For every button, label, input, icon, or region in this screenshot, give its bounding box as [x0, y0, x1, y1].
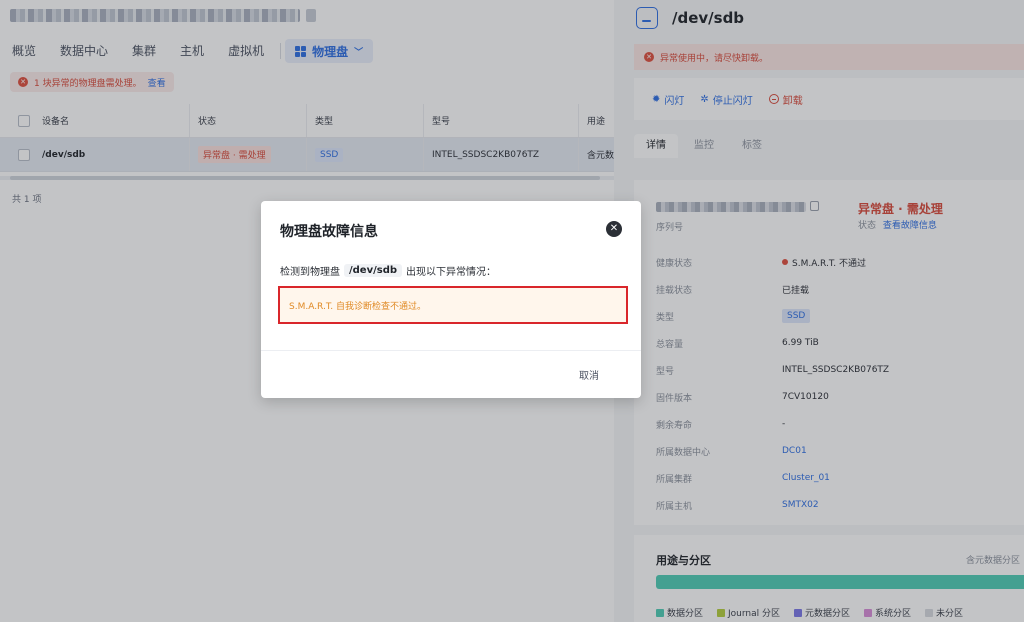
dialog-divider	[261, 350, 641, 351]
disk-fault-dialog: 物理盘故障信息 ✕ 检测到物理盘 /dev/sdb 出现以下异常情况： S.M.…	[261, 201, 641, 398]
desc-prefix: 检测到物理盘	[280, 267, 340, 278]
dialog-description: 检测到物理盘 /dev/sdb 出现以下异常情况：	[280, 263, 496, 278]
fault-warning: S.M.A.R.T. 自我诊断检查不通过。	[278, 286, 628, 324]
device-chip: /dev/sdb	[344, 264, 403, 277]
desc-suffix: 出现以下异常情况：	[406, 267, 497, 278]
close-icon[interactable]: ✕	[606, 221, 622, 237]
cancel-button[interactable]: 取消	[579, 367, 599, 382]
dialog-title: 物理盘故障信息	[280, 224, 378, 240]
